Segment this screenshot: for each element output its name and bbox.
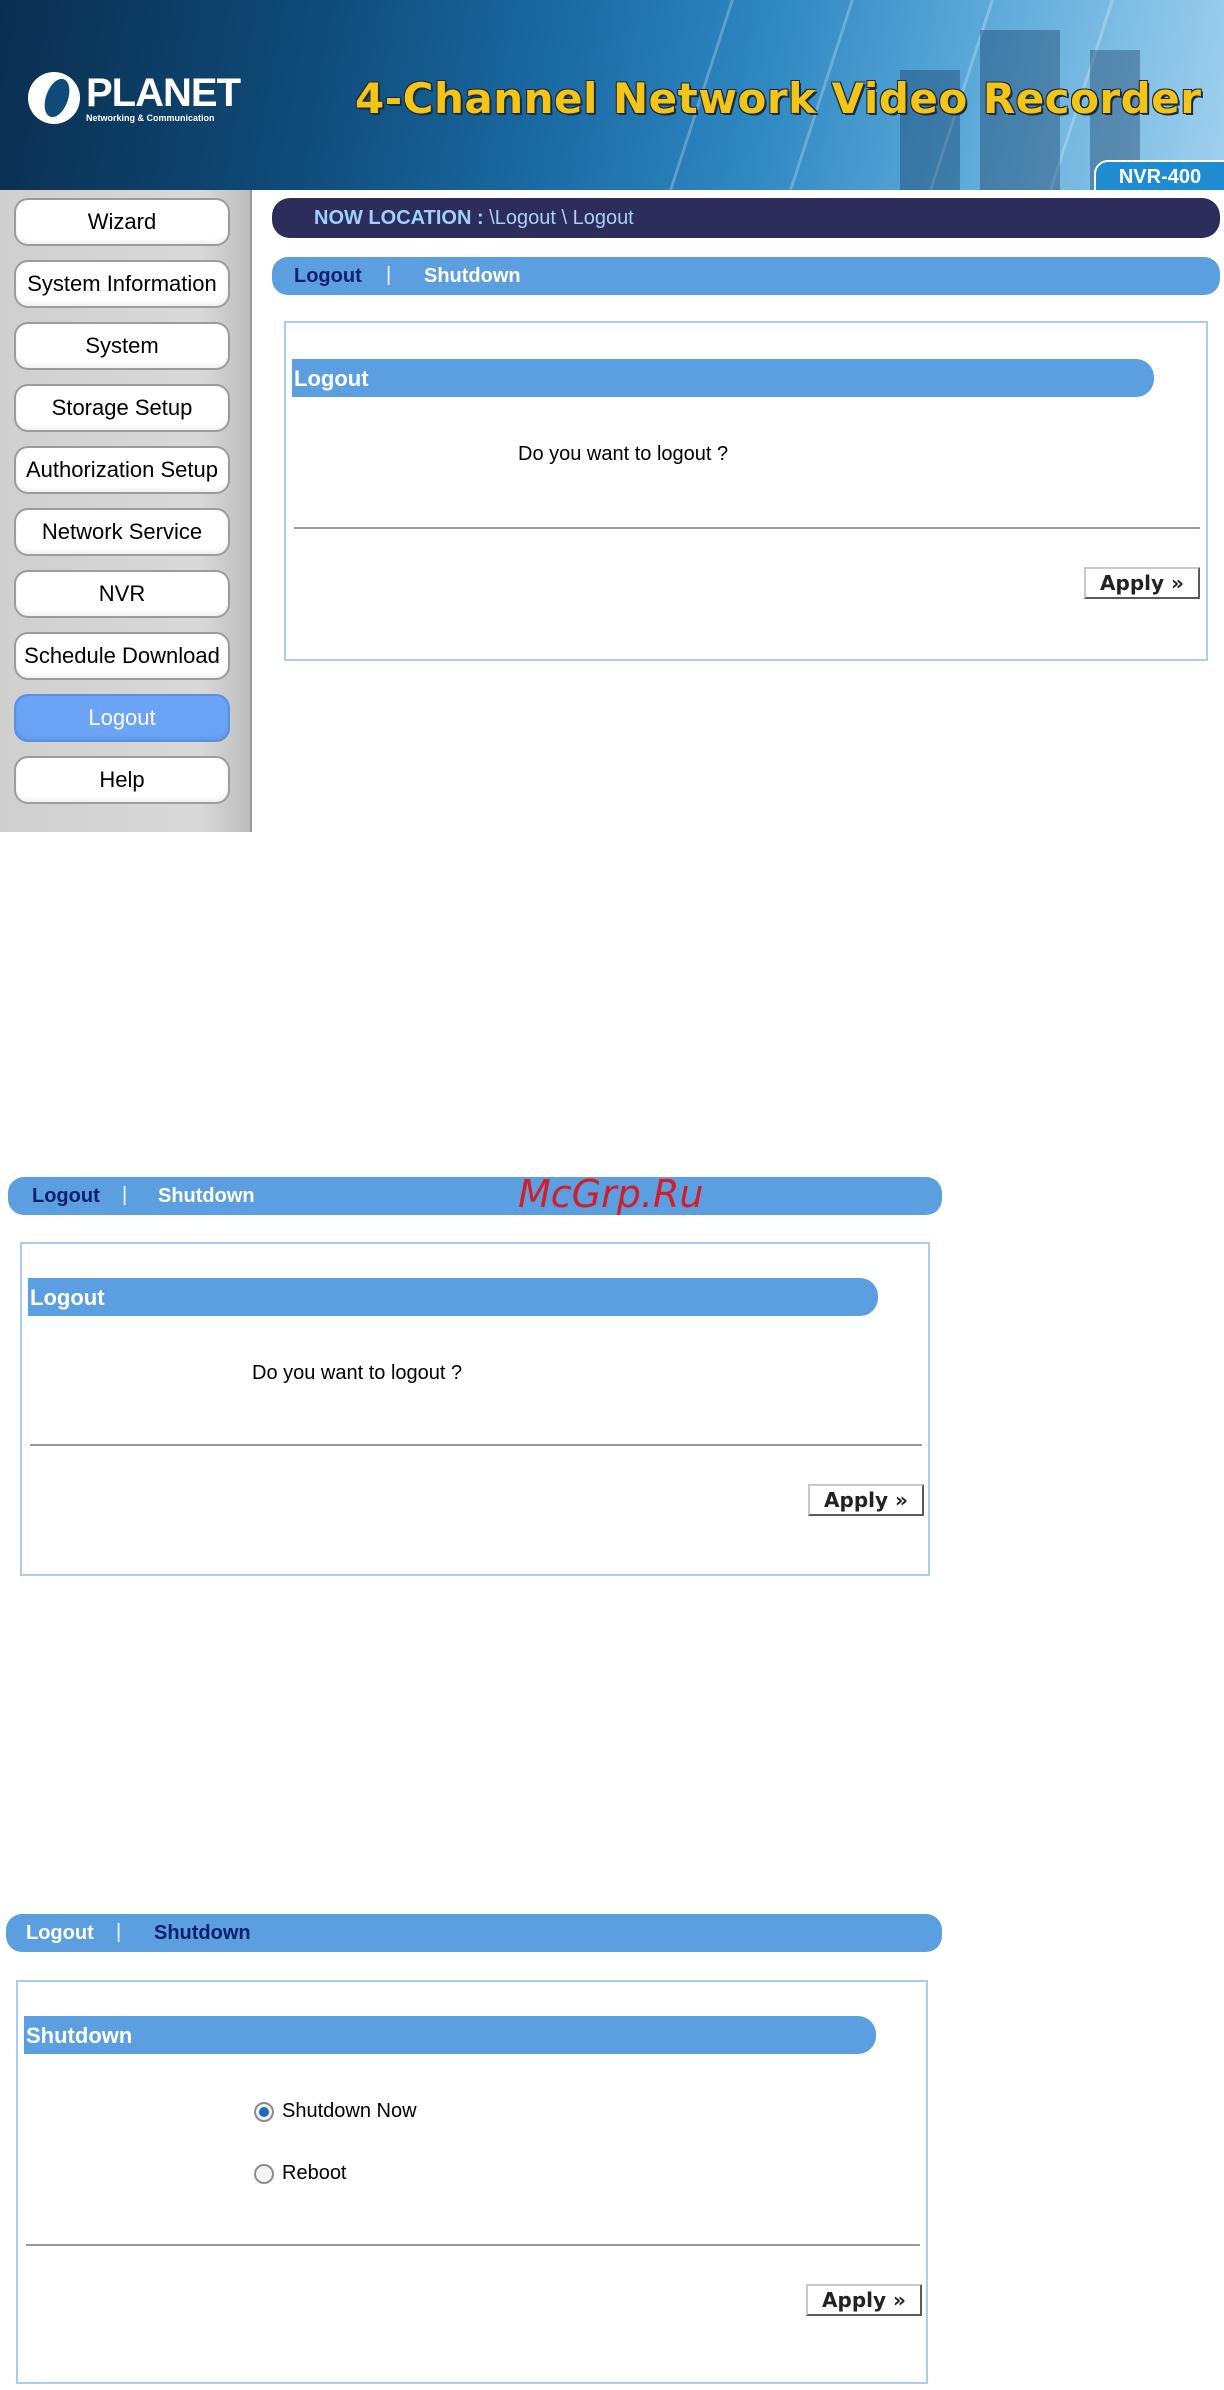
planet-logo-icon: [28, 72, 80, 124]
apply-button[interactable]: Apply »: [806, 2284, 922, 2316]
tab-bar: Logout | Shutdown: [6, 1914, 942, 1952]
shutdown-panel: Shutdown Shutdown Now Reboot Apply »: [16, 1980, 928, 2384]
header-banner: PLANET Networking & Communication 4-Chan…: [0, 0, 1224, 190]
tab-bar: Logout | Shutdown: [272, 257, 1220, 295]
tab-bar: Logout | Shutdown: [8, 1177, 942, 1215]
tab-logout[interactable]: Logout: [294, 257, 362, 295]
tab-shutdown[interactable]: Shutdown: [154, 1914, 251, 1952]
model-badge: NVR-400: [1094, 160, 1224, 190]
tab-separator: |: [386, 264, 392, 286]
divider: [26, 2244, 920, 2246]
divider: [294, 527, 1200, 529]
location-bar: NOW LOCATION : \Logout \ Logout: [272, 198, 1220, 238]
divider: [30, 1444, 922, 1446]
section-heading: Shutdown: [24, 2016, 876, 2054]
radio-reboot[interactable]: Reboot: [254, 2162, 347, 2185]
tab-shutdown[interactable]: Shutdown: [424, 257, 521, 295]
section-heading: Logout: [28, 1278, 878, 1316]
nav-network-service[interactable]: Network Service: [14, 508, 230, 556]
radio-selected-icon[interactable]: [254, 2101, 274, 2122]
logout-panel: Logout Do you want to logout ? Apply »: [20, 1242, 930, 1576]
radio-unselected-icon[interactable]: [254, 2163, 274, 2184]
nav-logout[interactable]: Logout: [14, 694, 230, 742]
logout-message: Do you want to logout ?: [518, 443, 729, 465]
nav-help[interactable]: Help: [14, 756, 230, 804]
tab-logout[interactable]: Logout: [26, 1914, 94, 1952]
nav-storage-setup[interactable]: Storage Setup: [14, 384, 230, 432]
logout-panel: Logout Do you want to logout ? Apply »: [284, 321, 1208, 661]
nav-system-information[interactable]: System Information: [14, 260, 230, 308]
radio-shutdown-now[interactable]: Shutdown Now: [254, 2100, 417, 2123]
planet-logo: PLANET Networking & Communication: [28, 71, 241, 124]
product-title: 4-Channel Network Video Recorder: [355, 74, 1202, 123]
apply-button[interactable]: Apply »: [1084, 567, 1200, 599]
sidebar: Wizard System Information System Storage…: [0, 190, 252, 832]
section-heading: Logout: [292, 359, 1154, 397]
radio-label: Reboot: [282, 2162, 347, 2184]
watermark: McGrp.Ru: [518, 1172, 704, 1216]
tab-logout[interactable]: Logout: [32, 1177, 100, 1215]
radio-label: Shutdown Now: [282, 2100, 417, 2122]
tab-shutdown[interactable]: Shutdown: [158, 1177, 255, 1215]
nav-nvr[interactable]: NVR: [14, 570, 230, 618]
logout-message: Do you want to logout ?: [252, 1362, 463, 1384]
nav-schedule-download[interactable]: Schedule Download: [14, 632, 230, 680]
tab-separator: |: [116, 1921, 122, 1943]
nav-system[interactable]: System: [14, 322, 230, 370]
tab-separator: |: [122, 1184, 128, 1206]
nav-authorization-setup[interactable]: Authorization Setup: [14, 446, 230, 494]
location-path: \Logout \ Logout: [489, 207, 634, 229]
location-label: NOW LOCATION :: [314, 207, 484, 229]
nav-wizard[interactable]: Wizard: [14, 198, 230, 246]
brand-name: PLANET: [86, 71, 241, 115]
apply-button[interactable]: Apply »: [808, 1484, 924, 1516]
